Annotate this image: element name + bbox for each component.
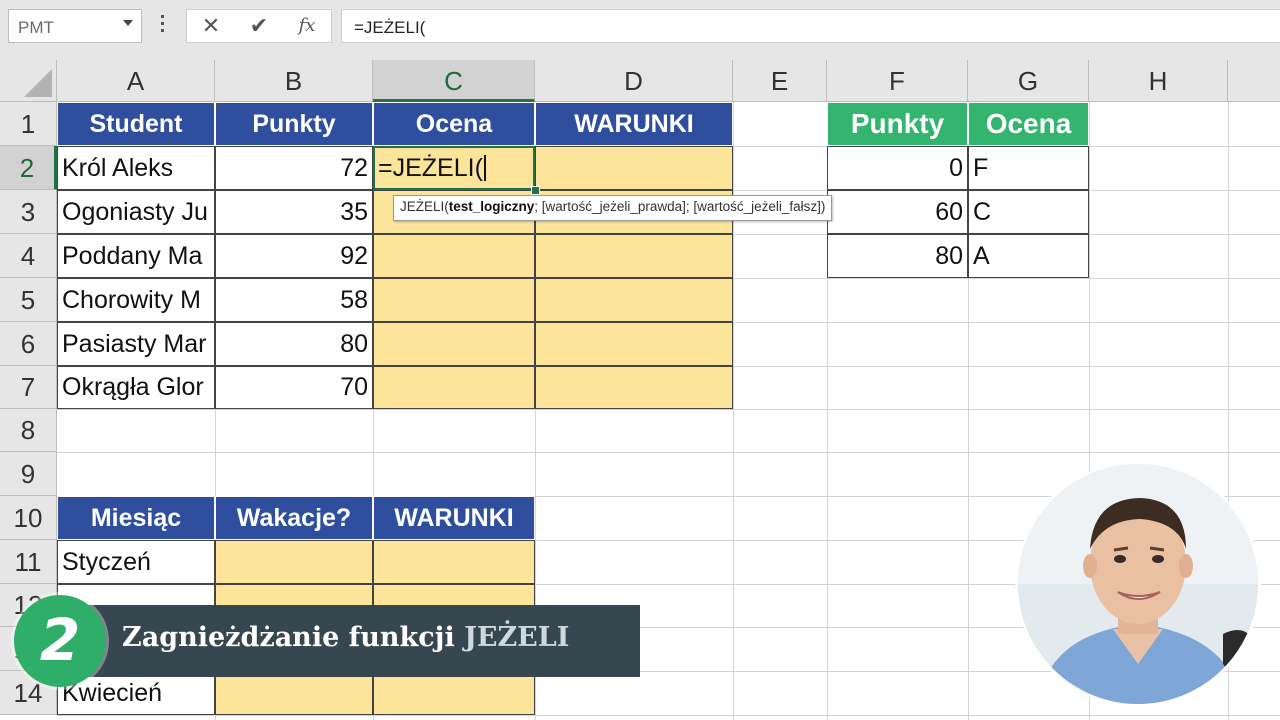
warunki-cell[interactable]: [535, 234, 733, 278]
points-cell[interactable]: 72: [215, 146, 373, 190]
active-cell-formula: =JEŻELI(: [378, 153, 483, 182]
grade-cell[interactable]: [373, 278, 535, 322]
header-miesiac[interactable]: Miesiąc: [57, 496, 215, 540]
row-header-5[interactable]: 5: [0, 278, 57, 322]
formula-bar: PMT ✕ ✔ fx =JEŻELI(: [0, 0, 1280, 60]
column-header-d[interactable]: D: [535, 60, 733, 102]
lookup-grade-cell[interactable]: C: [968, 190, 1089, 234]
lookup-points-cell[interactable]: 80: [827, 234, 968, 278]
column-header-i[interactable]: [1228, 60, 1280, 102]
warunki-cell[interactable]: [535, 278, 733, 322]
row-header-7[interactable]: 7: [0, 366, 57, 409]
column-header-g[interactable]: G: [968, 60, 1089, 102]
vacation-cell[interactable]: [215, 671, 373, 715]
tooltip-current-arg[interactable]: test_logiczny: [449, 199, 535, 214]
row-header-11[interactable]: 11: [0, 540, 57, 584]
header-wakacje[interactable]: Wakacje?: [215, 496, 373, 540]
column-header-a[interactable]: A: [57, 60, 215, 102]
student-cell[interactable]: Pasiasty Mar: [57, 322, 215, 366]
select-all-button[interactable]: [0, 60, 57, 102]
tooltip-rest: ; [wartość_jeżeli_prawda]; [wartość_jeże…: [534, 199, 826, 214]
lesson-title-function: JEŻELI: [464, 622, 570, 653]
formula-buttons: ✕ ✔ fx: [186, 9, 332, 43]
text-caret: [483, 155, 486, 181]
column-header-h[interactable]: H: [1089, 60, 1228, 102]
points-cell[interactable]: 58: [215, 278, 373, 322]
lookup-points-cell[interactable]: 60: [827, 190, 968, 234]
row-header-1[interactable]: 1: [0, 102, 57, 146]
row-header-3[interactable]: 3: [0, 190, 57, 234]
vacation-cell[interactable]: [215, 540, 373, 584]
points-cell[interactable]: 70: [215, 366, 373, 409]
presenter-illustration: [1018, 464, 1258, 704]
insert-function-icon[interactable]: fx: [287, 10, 327, 42]
lesson-title-main: Zagnieżdżanie funkcji: [122, 622, 455, 653]
cancel-icon[interactable]: ✕: [191, 10, 231, 42]
student-cell[interactable]: Poddany Ma: [57, 234, 215, 278]
warunki-cell[interactable]: [535, 366, 733, 409]
fill-handle[interactable]: [531, 186, 540, 195]
grade-cell[interactable]: [373, 366, 535, 409]
student-cell[interactable]: Okrągła Glor: [57, 366, 215, 409]
warunki-cell[interactable]: [373, 671, 535, 715]
tooltip-prefix[interactable]: JEŻELI(: [400, 199, 449, 214]
name-box-value: PMT: [18, 18, 54, 37]
formula-text: =JEŻELI(: [354, 18, 426, 37]
name-box[interactable]: PMT: [8, 9, 142, 43]
lesson-title: Zagnieżdżanie funkcji JEŻELI: [122, 622, 569, 653]
student-cell[interactable]: Król Aleks: [57, 146, 215, 190]
column-header-c[interactable]: C: [373, 60, 535, 102]
row-header-9[interactable]: 9: [0, 452, 57, 496]
lookup-points-cell[interactable]: 0: [827, 146, 968, 190]
enter-icon[interactable]: ✔: [239, 10, 279, 42]
row-header-8[interactable]: 8: [0, 409, 57, 452]
active-cell-c2[interactable]: =JEŻELI(: [373, 146, 535, 190]
grade-cell[interactable]: [373, 322, 535, 366]
month-cell[interactable]: Styczeń: [57, 540, 215, 584]
chevron-down-icon[interactable]: [123, 20, 133, 26]
column-header-e[interactable]: E: [733, 60, 827, 102]
student-cell[interactable]: Chorowity M: [57, 278, 215, 322]
more-options-icon[interactable]: [161, 15, 165, 37]
warunki-cell[interactable]: [373, 540, 535, 584]
lookup-grade-cell[interactable]: F: [968, 146, 1089, 190]
webcam-presenter: [1018, 464, 1258, 704]
row-header-4[interactable]: 4: [0, 234, 57, 278]
header-ocena[interactable]: Ocena: [373, 102, 535, 146]
header-warunki-2[interactable]: WARUNKI: [373, 496, 535, 540]
column-header-f[interactable]: F: [827, 60, 968, 102]
points-cell[interactable]: 92: [215, 234, 373, 278]
row-header-2[interactable]: 2: [0, 146, 57, 190]
lookup-grade-cell[interactable]: A: [968, 234, 1089, 278]
header-punkty[interactable]: Punkty: [215, 102, 373, 146]
function-tooltip: JEŻELI(test_logiczny; [wartość_jeżeli_pr…: [393, 195, 833, 221]
lesson-title-banner: Zagnieżdżanie funkcji JEŻELI: [60, 605, 640, 677]
column-header-b[interactable]: B: [215, 60, 373, 102]
warunki-cell[interactable]: [535, 322, 733, 366]
points-cell[interactable]: 80: [215, 322, 373, 366]
lesson-number-badge: 2: [14, 595, 106, 687]
header-warunki[interactable]: WARUNKI: [535, 102, 733, 146]
student-cell[interactable]: Ogoniasty Ju: [57, 190, 215, 234]
lookup-header-punkty[interactable]: Punkty: [827, 102, 968, 146]
points-cell[interactable]: 35: [215, 190, 373, 234]
grade-cell[interactable]: [373, 234, 535, 278]
warunki-cell[interactable]: [535, 146, 733, 190]
row-header-10[interactable]: 10: [0, 496, 57, 540]
lesson-number: 2: [39, 606, 81, 674]
lookup-header-ocena[interactable]: Ocena: [968, 102, 1089, 146]
header-student[interactable]: Student: [57, 102, 215, 146]
row-header-6[interactable]: 6: [0, 322, 57, 366]
formula-input[interactable]: =JEŻELI(: [341, 9, 1280, 43]
